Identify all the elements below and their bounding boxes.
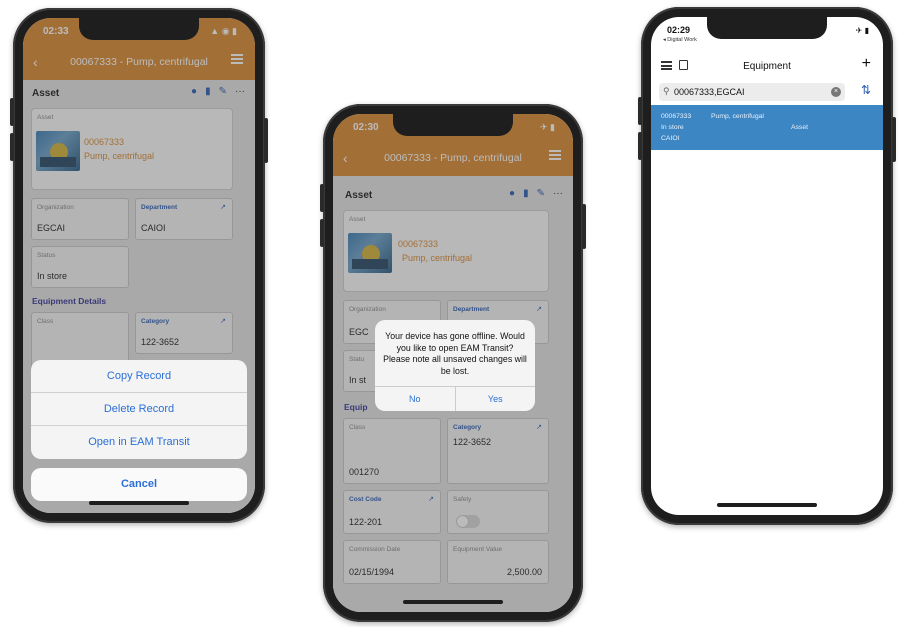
power-button [892,117,896,162]
alert-message: Your device has gone offline. Would you … [383,331,527,376]
phone-screen: 02:30 ✈ ▮ ‹ 00067333 - Pump, centrifugal… [333,114,573,612]
add-icon[interactable]: + [862,55,871,73]
home-indicator [89,501,189,505]
volume-button [320,219,324,247]
clear-search-icon[interactable]: × [831,87,841,97]
row-type: Asset [791,124,808,131]
status-time: 02:29 [667,25,691,35]
sort-icon[interactable]: ⇅ [861,83,871,97]
row-code: 00067333 [661,113,692,120]
home-indicator [717,503,817,507]
row-description: Pump, centrifugal [711,113,764,120]
phone-frame-right: 02:29 ◂ Digital Work ✈ ▮ Equipment + ⚲ 0… [638,7,896,525]
row-department: CAIOI [661,135,680,142]
action-sheet: Copy Record Delete Record Open in EAM Tr… [31,360,247,459]
nav-bar: Equipment + [651,53,883,79]
volume-button [320,184,324,212]
list-item[interactable]: 00067333 Pump, centrifugal In store Asse… [651,105,883,150]
cancel-button[interactable]: Cancel [31,468,247,501]
home-indicator [403,600,503,604]
search-value: 00067333,EGCAI [674,87,745,97]
status-icons: ✈ ▮ [855,26,869,35]
row-status: In store [661,124,684,131]
search-input[interactable]: ⚲ 00067333,EGCAI × [659,83,845,101]
page-title: Equipment [743,61,791,72]
open-eam-transit-button[interactable]: Open in EAM Transit [31,426,247,459]
search-icon: ⚲ [663,86,670,96]
notch [707,17,827,39]
volume-button [638,97,642,125]
phone-frame-center: 02:30 ✈ ▮ ‹ 00067333 - Pump, centrifugal… [320,104,586,622]
notch [79,18,199,40]
phone-frame-left: 02:33 ▲ ◉ ▮ ‹ 00067333 - Pump, centrifug… [10,8,268,523]
power-button [264,118,268,163]
yes-button[interactable]: Yes [454,387,536,411]
power-button [582,204,586,249]
back-to-app-link[interactable]: ◂ Digital Work [663,37,697,43]
volume-button [10,98,14,126]
notch [393,114,513,136]
alert-buttons: No Yes [375,386,535,411]
phone-screen: 02:33 ▲ ◉ ▮ ‹ 00067333 - Pump, centrifug… [23,18,255,513]
offline-alert: Your device has gone offline. Would you … [375,320,535,411]
delete-record-button[interactable]: Delete Record [31,393,247,426]
phone-screen: 02:29 ◂ Digital Work ✈ ▮ Equipment + ⚲ 0… [651,17,883,515]
volume-button [10,133,14,161]
no-button[interactable]: No [375,387,455,411]
volume-button [638,132,642,160]
copy-record-button[interactable]: Copy Record [31,360,247,393]
